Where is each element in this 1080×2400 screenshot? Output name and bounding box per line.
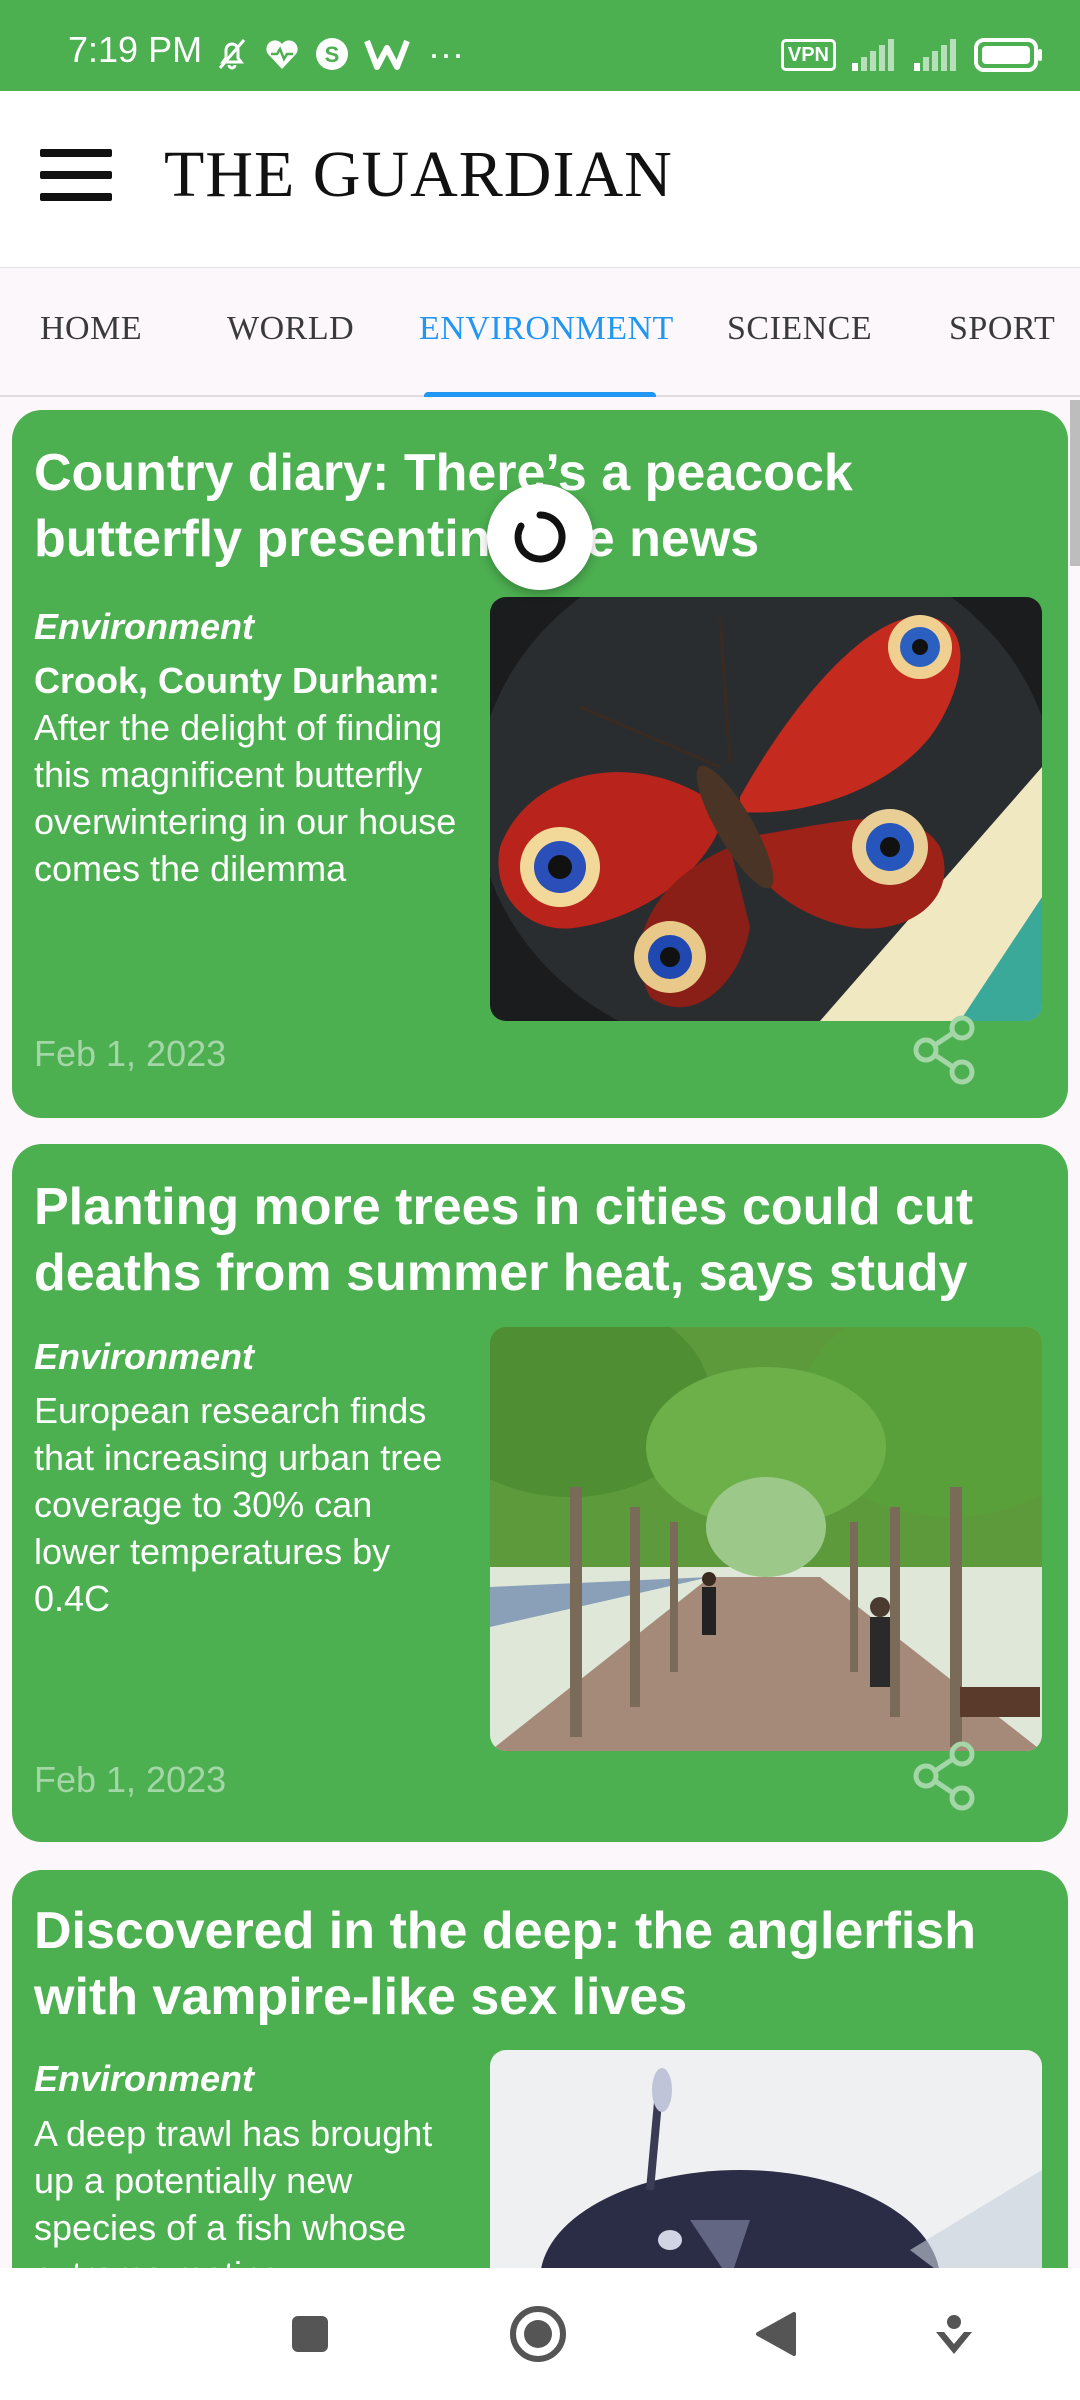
home-circle-icon[interactable] [488, 2268, 588, 2400]
scrollbar[interactable] [1070, 400, 1080, 566]
share-icon[interactable] [912, 1014, 976, 1086]
article-trail-text: After the delight of finding this magnif… [34, 707, 457, 889]
status-time: 7:19 PM [68, 29, 203, 70]
article-section: Environment [34, 1336, 255, 1377]
article-trail-location: Crook, County Durham: [34, 660, 441, 701]
tab-world[interactable]: WORLD [227, 310, 354, 348]
signal-icon [914, 39, 956, 71]
status-left-icons: S ··· [214, 36, 464, 72]
status-bar: 7:19 PM S ··· VPN [0, 0, 1080, 91]
battery-icon [974, 38, 1042, 72]
article-trail: European research finds that increasing … [34, 1390, 443, 1619]
status-right-icons: VPN [780, 38, 1044, 72]
assistant-icon[interactable] [904, 2268, 1004, 2400]
article-feed[interactable]: Country diary: There’s a peacock butterf… [0, 397, 1080, 2268]
recents-square-icon[interactable] [260, 2268, 360, 2400]
back-triangle-icon[interactable] [726, 2268, 826, 2400]
article-title[interactable]: Planting more trees in cities could cut … [34, 1174, 1044, 1306]
health-heart-icon [266, 40, 298, 69]
article-date: Feb 1, 2023 [34, 1033, 227, 1074]
app-title: THE GUARDIAN [164, 138, 673, 211]
tab-environment[interactable]: ENVIRONMENT [419, 310, 674, 348]
loading-spinner [487, 484, 593, 590]
tab-science[interactable]: SCIENCE [727, 310, 872, 348]
refresh-spinner-icon [514, 511, 566, 563]
section-tabs: HOME WORLD ENVIRONMENT SCIENCE SPORT [0, 267, 1080, 400]
signal-icon [852, 39, 894, 71]
article-date: Feb 1, 2023 [34, 1759, 227, 1800]
tree-lined-walkway-photo[interactable] [490, 1327, 1042, 1751]
article-trail: Crook, County Durham: After the delight … [34, 657, 464, 892]
s-app-icon: S [316, 38, 348, 70]
share-icon[interactable] [912, 1740, 976, 1812]
more-notifications-icon: ··· [428, 33, 464, 74]
hamburger-menu-icon[interactable] [36, 149, 116, 209]
peacock-butterfly-photo[interactable] [490, 597, 1042, 1021]
article-section: Environment [34, 606, 255, 647]
article-title[interactable]: Discovered in the deep: the anglerfish w… [34, 1898, 1044, 2030]
vpn-label: VPN [787, 44, 829, 66]
mute-bell-icon [218, 39, 246, 70]
vpn-icon: VPN [780, 39, 836, 71]
svg-text:S: S [325, 42, 340, 67]
article-card[interactable]: Planting more trees in cities could cut … [12, 1144, 1068, 1842]
article-trail: A deep trawl has brought up a potentiall… [34, 2113, 433, 2268]
tab-sport[interactable]: SPORT [949, 310, 1055, 348]
anglerfish-photo[interactable] [490, 2050, 1042, 2268]
app-bar: THE GUARDIAN [0, 91, 1080, 267]
tab-home[interactable]: HOME [40, 310, 142, 348]
w-app-icon [364, 39, 410, 70]
article-card[interactable]: Discovered in the deep: the anglerfish w… [12, 1870, 1068, 2268]
article-section: Environment [34, 2058, 255, 2099]
system-nav-bar [0, 2268, 1080, 2400]
